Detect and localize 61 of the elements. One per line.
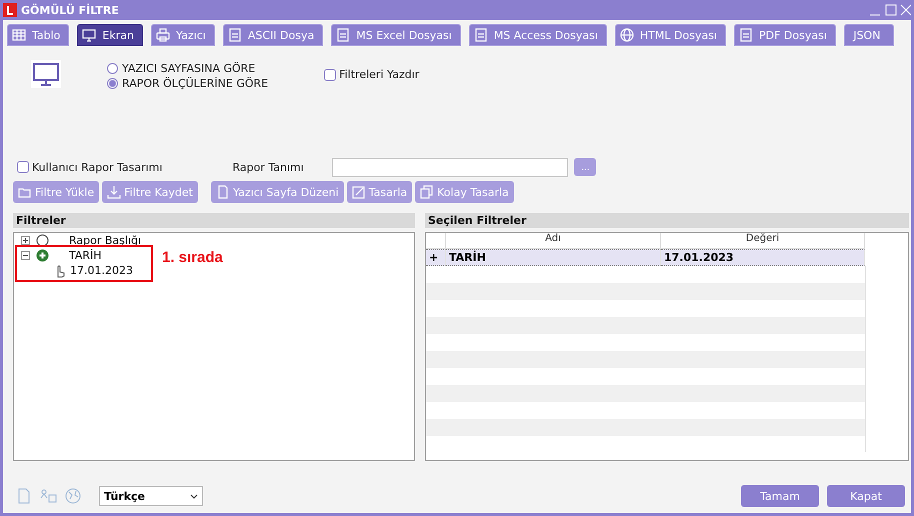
- tab[interactable]: JSON: [844, 24, 894, 46]
- panel-header: Filtreler: [13, 213, 415, 228]
- globe-icon: [620, 28, 634, 42]
- checkbox[interactable]: [324, 68, 336, 80]
- add-icon: [36, 249, 49, 262]
- tab[interactable]: HTML Dosyası: [614, 24, 726, 46]
- tab[interactable]: MS Excel Dosyası: [331, 24, 461, 46]
- input-field[interactable]: [332, 158, 568, 176]
- tab[interactable]: MS Access Dosyası: [468, 24, 607, 46]
- toolbar-button[interactable]: Filtre Yükle: [13, 181, 100, 203]
- tab[interactable]: Ekran: [77, 24, 143, 46]
- panel-header: Seçilen Filtreler: [425, 213, 909, 228]
- radio-button[interactable]: [107, 63, 118, 74]
- dialog-button[interactable]: Tamam: [741, 485, 819, 507]
- browse-button[interactable]: ...: [574, 158, 596, 176]
- translate-icon[interactable]: [39, 488, 57, 504]
- tab[interactable]: Yazıcı: [150, 24, 215, 46]
- table-cell: 17.01.2023: [661, 249, 865, 266]
- expand-icon[interactable]: [21, 236, 30, 245]
- checkbox-label: Kullanıcı Rapor Tasarımı: [32, 160, 162, 174]
- toolbar-button[interactable]: Yazıcı Sayfa Düzeni: [210, 181, 344, 203]
- annotation-text: 1. sırada: [162, 249, 223, 266]
- download-icon: [107, 185, 122, 199]
- tab[interactable]: Tablo: [7, 24, 70, 46]
- toolbar-button[interactable]: Kolay Tasarla: [415, 181, 514, 203]
- toolbar-button[interactable]: Tasarla: [346, 181, 412, 203]
- circle-icon: [36, 234, 49, 247]
- radio-label: RAPOR ÖLÇÜLERİNE GÖRE: [122, 77, 268, 90]
- dialog-button[interactable]: Kapat: [827, 485, 905, 507]
- radio-button[interactable]: [107, 78, 118, 89]
- window-title: GÖMÜLÜ FİLTRE: [21, 4, 120, 16]
- globe-icon[interactable]: [65, 488, 81, 504]
- table-cell: TARİH: [446, 249, 661, 266]
- document-icon[interactable]: [17, 488, 31, 504]
- edit-icon: [352, 185, 366, 199]
- language-dropdown[interactable]: Türkçe: [99, 486, 203, 506]
- document-icon: [228, 28, 242, 42]
- document-icon: [738, 28, 753, 42]
- document-icon: [336, 28, 350, 42]
- monitor-icon: [82, 28, 96, 42]
- row-marker: +: [426, 249, 446, 266]
- window-controls-icon[interactable]: [869, 3, 911, 17]
- collapse-icon[interactable]: [21, 251, 30, 260]
- monitor-icon: [31, 60, 61, 88]
- tree-item[interactable]: 17.01.2023: [70, 264, 133, 277]
- tab[interactable]: ASCII Dosya: [222, 24, 324, 46]
- checkbox-label: Filtreleri Yazdır: [339, 68, 420, 81]
- tree-item[interactable]: TARİH: [69, 249, 102, 262]
- radio-label: YAZICI SAYFASINA GÖRE: [122, 62, 256, 75]
- checkbox[interactable]: [17, 161, 29, 173]
- page-icon: [216, 185, 230, 199]
- chevron-down-icon: [190, 494, 198, 498]
- field-label: Rapor Tanımı: [232, 160, 305, 174]
- app-logo-icon: [3, 3, 17, 17]
- table-icon: [12, 28, 26, 42]
- pages-icon: [420, 185, 434, 199]
- toolbar-button[interactable]: Filtre Kaydet: [102, 181, 198, 203]
- printer-icon: [156, 28, 170, 42]
- document-icon: [474, 28, 488, 42]
- tab[interactable]: PDF Dosyası: [734, 24, 836, 46]
- tree-item[interactable]: Rapor Başlığı: [69, 234, 142, 247]
